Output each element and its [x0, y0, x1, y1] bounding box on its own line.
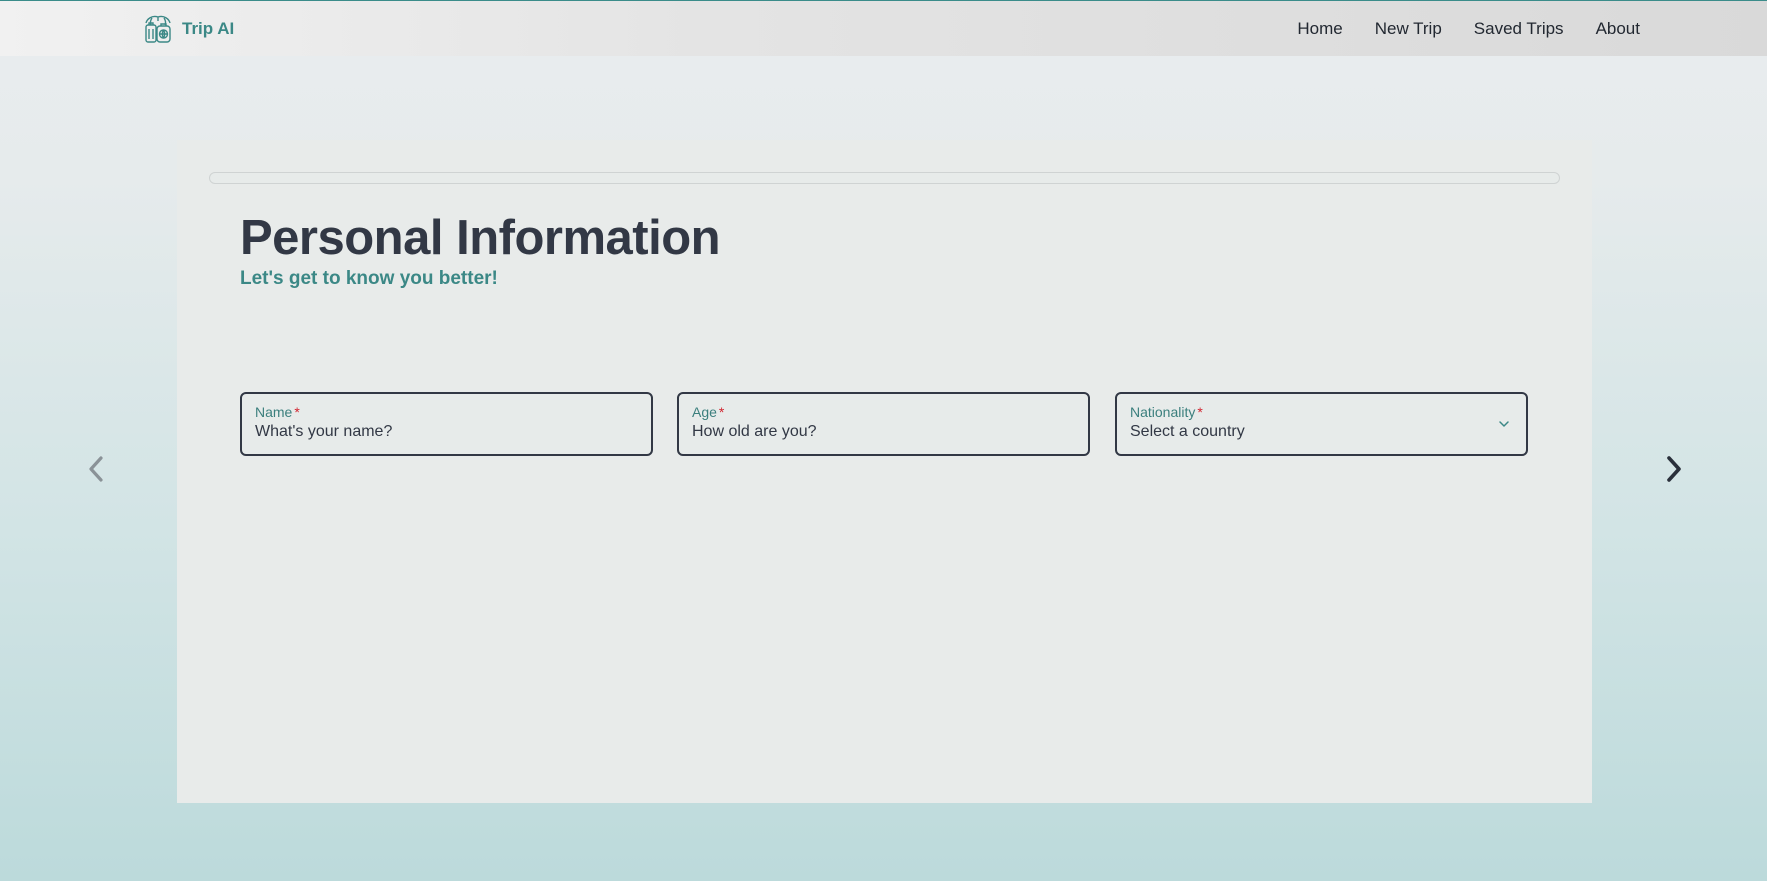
name-label-text: Name — [255, 404, 293, 420]
nav-link-new-trip[interactable]: New Trip — [1375, 19, 1442, 39]
brand-link[interactable]: Trip AI — [140, 11, 234, 47]
page-title: Personal Information — [240, 211, 721, 265]
brand-name: Trip AI — [182, 19, 235, 38]
age-input[interactable] — [692, 423, 1062, 441]
required-mark: * — [1197, 404, 1203, 420]
chevron-down-icon — [1499, 421, 1509, 427]
chevron-left-icon[interactable] — [83, 451, 111, 487]
required-mark: * — [718, 404, 725, 420]
form-card: Personal Information Let's get to know y… — [177, 140, 1592, 803]
age-label: Age * — [692, 404, 724, 420]
nav-link-about[interactable]: About — [1596, 19, 1640, 39]
nav-link-home[interactable]: Home — [1297, 19, 1342, 39]
trip-ai-logo-icon — [145, 15, 171, 43]
age-label-text: Age — [692, 404, 717, 420]
main-nav: Home New Trip Saved Trips About — [1297, 1, 1640, 57]
name-field[interactable]: Name * — [240, 392, 653, 456]
name-input[interactable] — [255, 423, 625, 441]
nationality-select[interactable]: Nationality * Select a country — [1115, 392, 1528, 456]
nationality-label: Nationality * — [1130, 404, 1203, 420]
nationality-selected-value: Select a country — [1130, 423, 1245, 440]
top-navbar: Trip AI Home New Trip Saved Trips About — [0, 0, 1767, 56]
nationality-label-text: Nationality — [1130, 404, 1196, 420]
name-label: Name * — [255, 404, 300, 420]
progress-bar — [209, 172, 1560, 184]
page-subtitle: Let's get to know you better! — [240, 268, 498, 289]
chevron-right-icon[interactable] — [1659, 451, 1687, 487]
age-field[interactable]: Age * — [677, 392, 1090, 456]
nav-link-saved-trips[interactable]: Saved Trips — [1474, 19, 1564, 39]
required-mark: * — [294, 404, 300, 420]
